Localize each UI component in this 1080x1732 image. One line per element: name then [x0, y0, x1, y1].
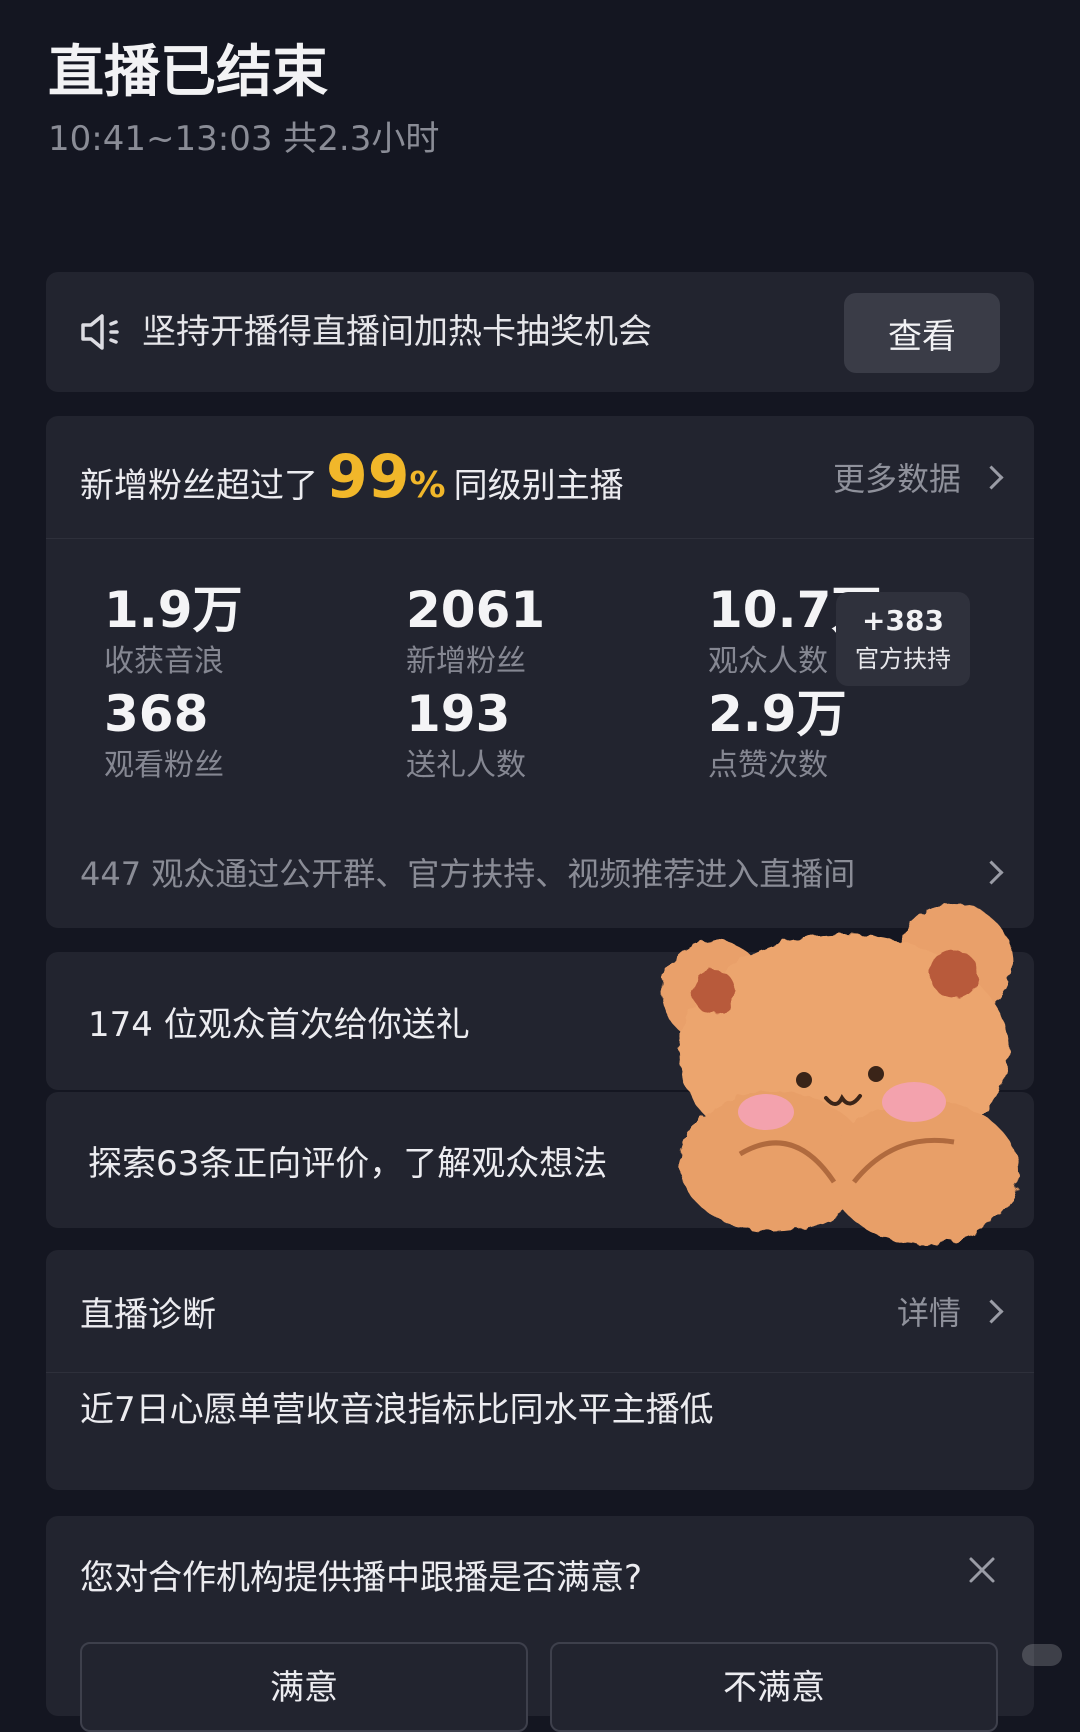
- survey-card: 您对合作机构提供播中跟播是否满意? 满意 不满意: [46, 1516, 1034, 1732]
- badge-value: +383: [862, 604, 944, 637]
- chevron-right-icon: [979, 1298, 1004, 1324]
- satisfied-button[interactable]: 满意: [80, 1642, 528, 1732]
- divider: [46, 1372, 1034, 1373]
- chevron-right-icon: [979, 464, 1004, 490]
- diagnosis-text: 近7日心愿单营收音浪指标比同水平主播低: [80, 1390, 714, 1430]
- metric-value: 2.9万: [708, 685, 847, 743]
- notice-bar: 坚持开播得直播间加热卡抽奖机会 查看: [46, 272, 1034, 392]
- official-support-badge: +383 官方扶持: [836, 592, 970, 686]
- diagnosis-card: 直播诊断 详情 近7日心愿单营收音浪指标比同水平主播低: [46, 1250, 1034, 1490]
- diagnosis-header: 直播诊断 详情: [80, 1250, 1004, 1372]
- details-label: 详情: [896, 1294, 961, 1332]
- headline-percent: 99%: [326, 442, 446, 512]
- stats-header: 新增粉丝超过了 99% 同级别主播 更多数据: [80, 416, 1004, 538]
- survey-question: 您对合作机构提供播中跟播是否满意?: [80, 1558, 643, 1598]
- details-link[interactable]: 详情: [896, 1288, 1004, 1334]
- more-data-link[interactable]: 更多数据: [832, 454, 1004, 500]
- badge-label: 官方扶持: [855, 645, 951, 673]
- stats-card: 新增粉丝超过了 99% 同级别主播 更多数据 1.9万 收获音浪 2061 新增…: [46, 416, 1034, 928]
- notice-text: 坚持开播得直播间加热卡抽奖机会: [142, 312, 652, 352]
- more-data-label: 更多数据: [832, 460, 961, 498]
- metric-value: 1.9万: [104, 581, 243, 639]
- metric-value: 2061: [406, 581, 546, 639]
- bear-sticker: [662, 904, 1019, 1244]
- metric-value: 193: [406, 685, 511, 743]
- diagnosis-title: 直播诊断: [80, 1294, 216, 1335]
- metric-watching-fans: 368 观看粉丝: [104, 684, 224, 786]
- metric-label: 送礼人数: [406, 748, 526, 783]
- divider: [46, 538, 1034, 539]
- metric-gifters: 193 送礼人数: [406, 684, 526, 786]
- headline-prefix: 新增粉丝超过了: [80, 466, 318, 506]
- unsatisfied-button[interactable]: 不满意: [550, 1642, 998, 1732]
- page-title: 直播已结束: [48, 40, 328, 105]
- metric-label: 点赞次数: [708, 748, 828, 783]
- live-duration: 10:41~13:03 共2.3小时: [48, 119, 440, 159]
- traffic-source-row[interactable]: 447 观众通过公开群、官方扶持、视频推荐进入直播间: [80, 846, 1004, 898]
- metric-label: 新增粉丝: [406, 644, 526, 679]
- close-icon[interactable]: [968, 1556, 996, 1584]
- metric-label: 观看粉丝: [104, 748, 224, 783]
- header: 直播已结束 10:41~13:03 共2.3小时: [48, 38, 439, 160]
- headline-suffix: 同级别主播: [453, 466, 624, 506]
- headline-percent-unit: %: [409, 465, 446, 506]
- metric-value: 368: [104, 685, 209, 743]
- watermark-logo: [1022, 1644, 1062, 1666]
- view-button[interactable]: 查看: [844, 293, 1000, 373]
- fans-headline: 新增粉丝超过了 99% 同级别主播: [80, 442, 624, 512]
- traffic-source-text: 447 观众通过公开群、官方扶持、视频推荐进入直播间: [80, 855, 856, 893]
- metric-new-fans: 2061 新增粉丝: [406, 580, 545, 682]
- metric-label: 收获音浪: [104, 644, 224, 679]
- speaker-icon: [81, 314, 119, 350]
- chevron-right-icon: [979, 859, 1004, 885]
- headline-percent-value: 99: [326, 442, 410, 512]
- positive-reviews-text: 探索63条正向评价，了解观众想法: [88, 1143, 608, 1184]
- metric-sound-waves: 1.9万 收获音浪: [104, 580, 243, 682]
- first-gift-text: 174 位观众首次给你送礼: [88, 1004, 470, 1045]
- metric-likes: 2.9万 点赞次数: [708, 684, 847, 786]
